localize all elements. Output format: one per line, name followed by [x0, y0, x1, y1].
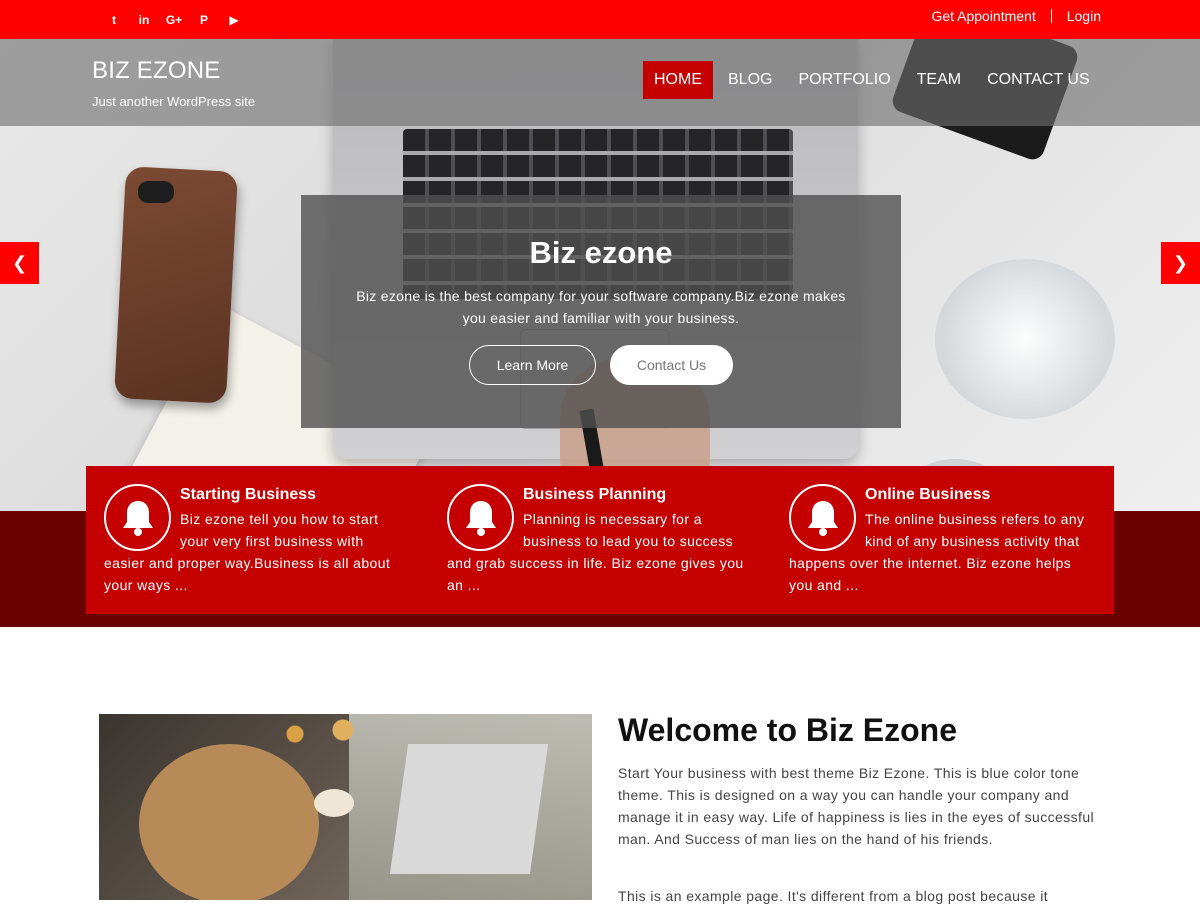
nav-team[interactable]: TEAM: [906, 61, 972, 99]
person-illustration: [139, 744, 319, 900]
site-description: Just another WordPress site: [92, 94, 256, 109]
top-links: Get Appointment Login: [931, 8, 1101, 24]
feature-title[interactable]: Online Business: [865, 486, 990, 504]
feature-text: Planning is necessary for a business to …: [447, 511, 744, 593]
feature-text: Biz ezone tell you how to start your ver…: [104, 511, 391, 593]
slider-next-button[interactable]: ❯: [1161, 242, 1200, 284]
chevron-left-icon: ❮: [11, 252, 28, 273]
slider-title: Biz ezone: [529, 235, 673, 270]
pinterest-icon[interactable]: P: [189, 11, 219, 29]
twitter-icon[interactable]: t: [99, 11, 129, 29]
slider-buttons: Learn More Contact Us: [301, 345, 901, 385]
feature-title[interactable]: Business Planning: [523, 486, 666, 504]
linkedin-icon[interactable]: in: [129, 11, 159, 29]
phone-illustration: [114, 166, 238, 404]
site-title[interactable]: BIZ EZONE: [92, 57, 220, 85]
welcome-image: [99, 714, 592, 900]
coffee-cup-illustration: [314, 789, 354, 817]
slider-prev-button[interactable]: ❮: [0, 242, 39, 284]
nav-home[interactable]: HOME: [643, 61, 713, 99]
flowers-illustration: [259, 714, 379, 754]
youtube-icon[interactable]: ▶: [219, 11, 249, 29]
feature-title[interactable]: Starting Business: [180, 486, 316, 504]
top-links-divider: [1050, 9, 1052, 23]
phone-camera: [138, 181, 174, 203]
slider-text: Biz ezone is the best company for your s…: [356, 288, 846, 326]
top-bar: t in G+ P ▶ Get Appointment Login: [0, 0, 1200, 39]
contact-us-button[interactable]: Contact Us: [610, 345, 733, 385]
chevron-right-icon: ❯: [1172, 252, 1189, 273]
laptop-illustration: [389, 744, 549, 874]
google-plus-icon[interactable]: G+: [159, 11, 189, 29]
social-links: t in G+ P ▶: [99, 11, 249, 29]
slider-caption: Biz ezone Biz ezone is the best company …: [301, 195, 901, 428]
welcome-title: Welcome to Biz Ezone: [618, 712, 958, 748]
learn-more-button[interactable]: Learn More: [469, 345, 596, 385]
welcome-text-continued: This is an example page. It's different …: [618, 888, 1048, 904]
get-appointment-link[interactable]: Get Appointment: [931, 8, 1035, 24]
feature-text: The online business refers to any kind o…: [789, 511, 1085, 593]
nav-blog[interactable]: BLOG: [717, 61, 783, 99]
main-nav: HOME BLOG PORTFOLIO TEAM CONTACT US: [643, 61, 1105, 99]
login-link[interactable]: Login: [1067, 8, 1101, 24]
welcome-text: Start Your business with best theme Biz …: [618, 765, 1095, 847]
features-box: Starting Business Biz ezone tell you how…: [86, 466, 1114, 614]
glass-bottle-illustration: [935, 259, 1115, 419]
nav-portfolio[interactable]: PORTFOLIO: [787, 61, 901, 99]
nav-contact-us[interactable]: CONTACT US: [976, 61, 1101, 99]
